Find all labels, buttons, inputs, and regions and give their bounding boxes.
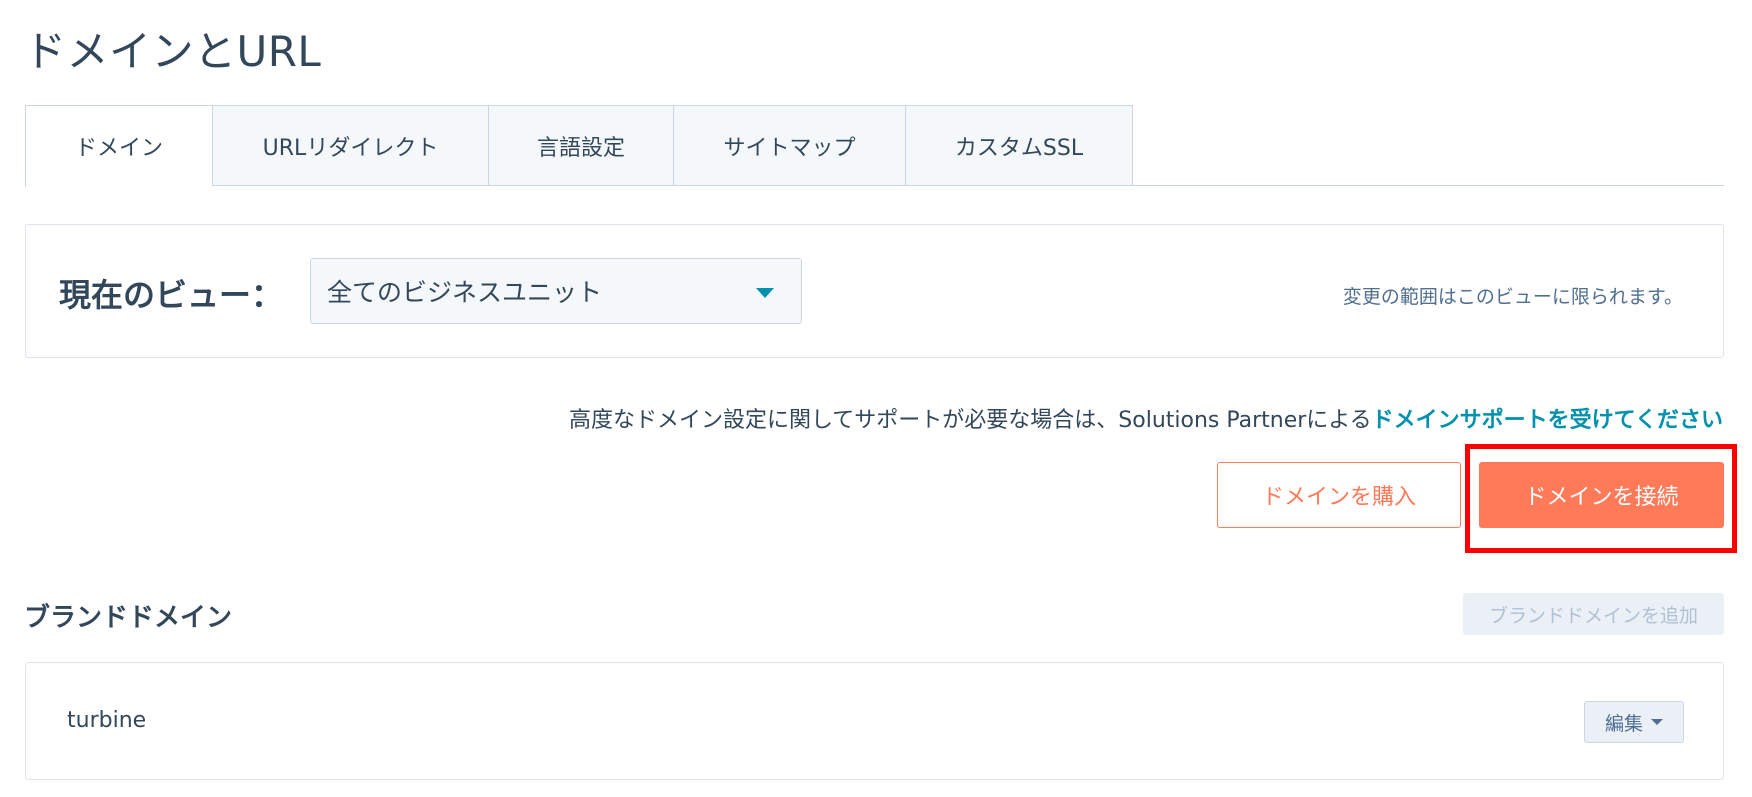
tab-url-redirect[interactable]: URLリダイレクト <box>213 105 489 186</box>
current-view-panel: 現在のビュー： 全てのビジネスユニット 変更の範囲はこのビューに限られます。 <box>25 224 1724 358</box>
tab-sitemap[interactable]: サイトマップ <box>674 105 906 186</box>
edit-dropdown-button[interactable]: 編集 <box>1584 701 1684 743</box>
caret-down-icon <box>756 288 774 298</box>
domain-support-link[interactable]: ドメインサポートを受けてください <box>1372 408 1723 433</box>
business-unit-select[interactable]: 全てのビジネスユニット <box>310 258 802 324</box>
brand-domain-row: turbine 編集 <box>25 662 1724 780</box>
edit-button-label: 編集 <box>1604 712 1643 735</box>
support-text: 高度なドメイン設定に関してサポートが必要な場合は、Solutions Partn… <box>568 408 1372 433</box>
tab-domain[interactable]: ドメイン <box>25 105 213 187</box>
tab-language-settings[interactable]: 言語設定 <box>489 105 674 186</box>
page-title: ドメインとURL <box>24 27 322 76</box>
view-scope-note: 変更の範囲はこのビューに限られます。 <box>1342 286 1683 308</box>
tab-custom-ssl[interactable]: カスタムSSL <box>906 105 1133 186</box>
brand-domain-title: ブランドドメイン <box>24 603 233 633</box>
buy-domain-button[interactable]: ドメインを購入 <box>1217 462 1461 528</box>
support-message: 高度なドメイン設定に関してサポートが必要な場合は、Solutions Partn… <box>569 402 1723 434</box>
caret-down-icon <box>1651 719 1663 725</box>
highlight-box <box>1465 444 1737 553</box>
current-view-label: 現在のビュー： <box>59 276 284 314</box>
business-unit-select-value: 全てのビジネスユニット <box>327 278 603 307</box>
tab-bar: ドメイン URLリダイレクト 言語設定 サイトマップ カスタムSSL <box>25 105 1724 187</box>
brand-domain-name: turbine <box>67 708 147 733</box>
add-brand-domain-button[interactable]: ブランドドメインを追加 <box>1463 593 1724 635</box>
